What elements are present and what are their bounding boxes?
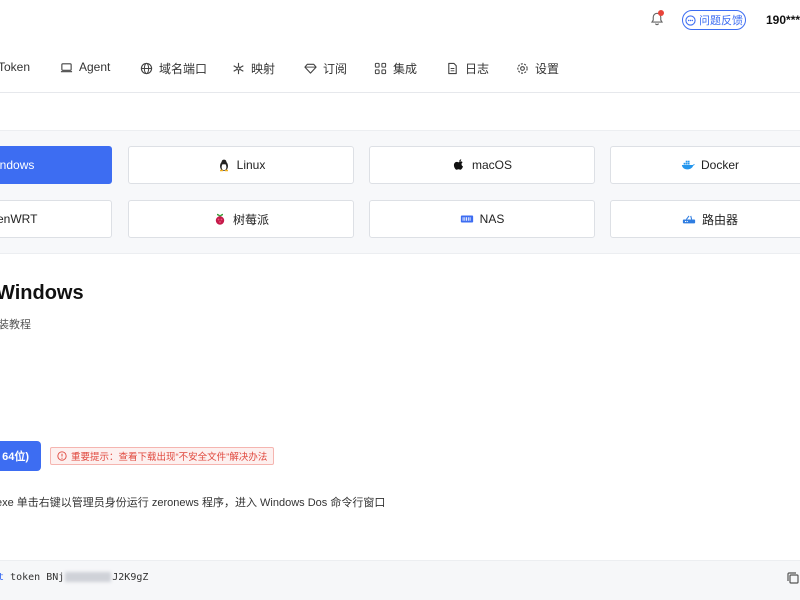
- token-end: J2K9gZ: [112, 572, 149, 583]
- os-label-openwrt: enWRT: [0, 212, 38, 226]
- nav-item-domain-port[interactable]: 域名端口: [140, 60, 207, 77]
- os-tab-docker[interactable]: Docker: [610, 146, 800, 184]
- laptop-icon: [60, 62, 73, 72]
- alert-circle-icon: [57, 451, 67, 461]
- os-label-macos: macOS: [471, 158, 512, 172]
- os-label-router: 路由器: [701, 212, 738, 227]
- nav-item-subscription[interactable]: 订阅: [304, 60, 347, 77]
- raspberry-icon: [215, 213, 225, 225]
- copy-icon[interactable]: [786, 571, 800, 585]
- unsafe-file-warning-link[interactable]: 重要提示：查看下载出现“不安全文件”解决办法: [50, 447, 275, 465]
- nav-item-mapping[interactable]: 映射: [232, 60, 275, 77]
- nav-item-integration[interactable]: 集成: [374, 60, 417, 77]
- diamond-icon: [304, 63, 317, 74]
- section-title: Windows: [0, 282, 84, 304]
- os-tab-windows[interactable]: indows: [0, 146, 112, 184]
- nav-label-logs: 日志: [465, 62, 490, 76]
- os-label-nas: NAS: [479, 212, 505, 226]
- nav-label-agent: Agent: [79, 60, 111, 74]
- document-icon: [448, 62, 457, 75]
- nav-item-agent[interactable]: Agent: [60, 60, 110, 74]
- instruction-text: exe 单击右键以管理员身份运行 zeronews 程序，进入 Windows …: [0, 497, 386, 509]
- nav-label-token: Token: [0, 60, 31, 74]
- command-keyword: token: [10, 572, 41, 583]
- snowflake-icon: [233, 62, 244, 75]
- nav-label-subscription: 订阅: [323, 62, 348, 76]
- os-tab-macos[interactable]: macOS: [369, 146, 595, 184]
- feedback-label: 问题反馈: [699, 15, 743, 27]
- notification-dot: [658, 10, 664, 16]
- nav-divider: [0, 92, 800, 93]
- nav-label-domain-port: 域名端口: [159, 62, 208, 76]
- docker-whale-icon: [681, 160, 695, 170]
- router-icon: [682, 215, 696, 224]
- os-tab-router[interactable]: 路由器: [610, 200, 800, 238]
- user-account[interactable]: 190***: [766, 13, 800, 27]
- download-label: 64位): [2, 451, 29, 463]
- globe-icon: [140, 62, 153, 75]
- section-subtitle: 装教程: [0, 319, 31, 331]
- os-selector-panel: indows Linux macOS Docker enWRT 树莓派 NAS …: [0, 130, 800, 254]
- os-label-docker: Docker: [700, 158, 739, 172]
- top-bar: 问题反馈 190***: [0, 0, 800, 40]
- nav-item-settings[interactable]: 设置: [516, 60, 559, 77]
- nas-icon: [460, 215, 473, 223]
- linux-penguin-icon: [219, 159, 228, 172]
- os-tab-linux[interactable]: Linux: [128, 146, 354, 184]
- command-prefix: t: [0, 572, 5, 583]
- feedback-button[interactable]: 问题反馈: [682, 10, 746, 30]
- token-redacted: [65, 572, 112, 582]
- nav-item-token[interactable]: Token: [0, 60, 30, 74]
- os-label-linux: Linux: [236, 158, 266, 172]
- command-text: t token BNj J2K9gZ: [0, 572, 148, 583]
- nav-label-mapping: 映射: [251, 62, 276, 76]
- gear-icon: [517, 63, 528, 74]
- apps-icon: [374, 62, 387, 75]
- warning-text: 重要提示：查看下载出现“不安全文件”解决办法: [71, 452, 268, 463]
- os-tab-nas[interactable]: NAS: [369, 200, 595, 238]
- apple-icon: [453, 159, 463, 170]
- os-tab-raspberry-pi[interactable]: 树莓派: [128, 200, 354, 238]
- nav-label-settings: 设置: [535, 62, 560, 76]
- nav-label-integration: 集成: [393, 62, 418, 76]
- os-label-raspberry-pi: 树莓派: [232, 212, 269, 227]
- os-tab-openwrt[interactable]: enWRT: [0, 200, 112, 238]
- main-nav: Token Agent 域名端口 映射 订阅 集成 日志 设置: [0, 52, 800, 84]
- download-button[interactable]: 64位): [0, 441, 41, 471]
- token-start: BNj: [46, 572, 65, 583]
- os-label-windows: indows: [0, 158, 35, 172]
- feedback-icon: [685, 14, 696, 26]
- nav-item-logs[interactable]: 日志: [446, 60, 489, 77]
